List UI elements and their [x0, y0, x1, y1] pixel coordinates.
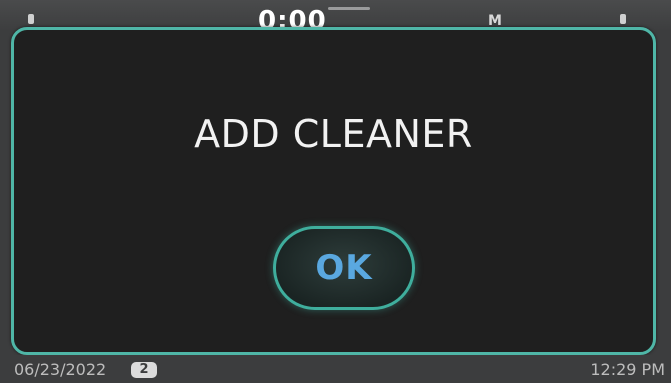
ok-button-label: OK [315, 248, 373, 288]
top-status-bar: 0:00 M [0, 0, 671, 36]
clock-display: 12:29 PM [590, 360, 665, 379]
alert-dialog: ADD CLEANER OK [11, 27, 656, 355]
top-divider [328, 7, 370, 10]
date-display: 06/23/2022 [14, 360, 107, 379]
ok-button[interactable]: OK [273, 226, 415, 310]
device-screen: 0:00 M ADD CLEANER OK 06/23/2022 2 12:29… [0, 0, 671, 383]
right-indicator-icon [620, 14, 626, 24]
notification-badge[interactable]: 2 [131, 362, 157, 378]
dialog-title: ADD CLEANER [194, 112, 473, 156]
left-indicator-icon [28, 14, 34, 24]
bottom-status-bar: 06/23/2022 2 12:29 PM [0, 355, 671, 383]
